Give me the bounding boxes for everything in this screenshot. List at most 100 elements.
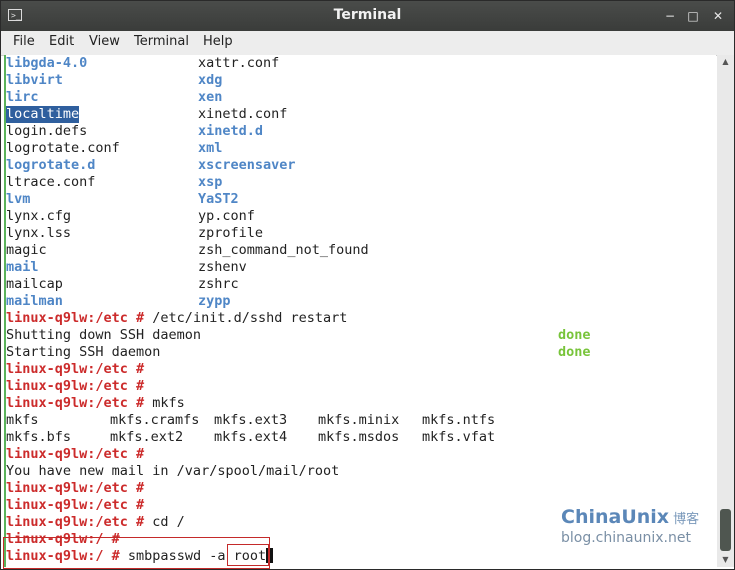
file-entry: lynx.cfg	[6, 208, 72, 224]
file-entry: xdg	[198, 72, 223, 88]
file-entry: magic	[6, 242, 47, 258]
mkfs-entry: mkfs.msdos	[318, 429, 400, 445]
file-entry: xattr.conf	[198, 55, 280, 71]
terminal-line: linux-q9lw:/etc #	[6, 378, 716, 395]
listing-row: libvirt xdg	[6, 72, 716, 89]
listing-row: logrotate.d xscreensaver	[6, 157, 716, 174]
mkfs-entry: mkfs	[6, 412, 39, 428]
listing-row: login.defs xinetd.d	[6, 123, 716, 140]
shell-prompt: linux-q9lw:/etc #	[6, 497, 145, 513]
mkfs-entry: mkfs.ext2	[110, 429, 184, 445]
terminal-line: You have new mail in /var/spool/mail/roo…	[6, 463, 716, 480]
terminal-window: >_ Terminal − □ ✕ File Edit View Termina…	[0, 0, 735, 570]
file-entry: zprofile	[198, 225, 264, 241]
mkfs-entry: mkfs.minix	[318, 412, 400, 428]
file-entry: xinetd.conf	[198, 106, 288, 122]
file-entry: zsh_command_not_found	[198, 242, 369, 258]
listing-row: lynx.lss zprofile	[6, 225, 716, 242]
file-entry: xsp	[198, 174, 223, 190]
file-entry: ltrace.conf	[6, 174, 96, 190]
mail-notice: You have new mail in /var/spool/mail/roo…	[6, 463, 340, 479]
file-entry: zshrc	[198, 276, 239, 292]
listing-row: logrotate.conf xml	[6, 140, 716, 157]
file-entry: libvirt	[6, 72, 63, 88]
file-entry: zshenv	[198, 259, 247, 275]
shell-prompt: linux-q9lw:/etc #	[6, 395, 145, 411]
etc-listing: libgda-4.0 xattr.conf libvirt xdg lirc xen loc…	[6, 55, 716, 310]
minimize-button[interactable]: −	[661, 7, 679, 25]
status-text: Shutting down SSH daemon	[6, 327, 202, 343]
file-entry: lynx.lss	[6, 225, 72, 241]
terminal-line: Starting SSH daemon done	[6, 344, 716, 361]
argument-highlight-box	[227, 544, 269, 566]
window-title: Terminal	[333, 7, 402, 23]
file-entry: logrotate.d	[6, 157, 96, 173]
listing-row: lynx.cfg yp.conf	[6, 208, 716, 225]
menu-edit[interactable]: Edit	[47, 34, 76, 49]
mkfs-entry: mkfs.vfat	[422, 429, 496, 445]
file-entry: mailman	[6, 293, 63, 309]
file-entry: localtime	[6, 106, 80, 123]
terminal-line: Shutting down SSH daemon done	[6, 327, 716, 344]
scroll-down-icon[interactable]: ▼	[717, 553, 734, 567]
terminal-output[interactable]: libgda-4.0 xattr.conf libvirt xdg lirc xen loc…	[4, 55, 716, 567]
file-entry: login.defs	[6, 123, 88, 139]
watermark-cn: 博客	[673, 512, 700, 527]
mkfs-row: mkfs.bfs mkfs.ext2 mkfs.ext4 mkfs.msdos …	[6, 429, 716, 446]
listing-row: ltrace.conf xsp	[6, 174, 716, 191]
file-entry: yp.conf	[198, 208, 255, 224]
status-text: Starting SSH daemon	[6, 344, 161, 360]
file-entry: xml	[198, 140, 223, 156]
shell-prompt: linux-q9lw:/etc #	[6, 378, 145, 394]
title-bar[interactable]: >_ Terminal − □ ✕	[1, 1, 734, 31]
terminal-line: linux-q9lw:/etc #	[6, 361, 716, 378]
mkfs-entry: mkfs.ntfs	[422, 412, 496, 428]
listing-row: lirc xen	[6, 89, 716, 106]
terminal-line: linux-q9lw:/etc #	[6, 446, 716, 463]
menu-view[interactable]: View	[87, 34, 122, 49]
mkfs-entry: mkfs.ext3	[214, 412, 288, 428]
listing-row: localtime xinetd.conf	[6, 106, 716, 123]
shell-prompt: linux-q9lw:/etc #	[6, 361, 145, 377]
status-done: done	[558, 327, 591, 343]
scroll-thumb[interactable]	[720, 509, 731, 551]
file-entry: lvm	[6, 191, 31, 207]
command-text: /etc/init.d/sshd restart	[144, 310, 348, 326]
file-entry: xscreensaver	[198, 157, 296, 173]
shell-prompt: linux-q9lw:/etc #	[6, 310, 145, 326]
shell-prompt: linux-q9lw:/etc #	[6, 514, 145, 530]
menu-bar: File Edit View Terminal Help	[1, 31, 734, 56]
status-done: done	[558, 344, 591, 360]
watermark-logo: ChinaUnix	[561, 506, 670, 528]
file-entry: YaST2	[198, 191, 239, 207]
file-entry: xen	[198, 89, 223, 105]
listing-row: magic zsh_command_not_found	[6, 242, 716, 259]
file-entry: mail	[6, 259, 39, 275]
file-entry: zypp	[198, 293, 231, 309]
terminal-line: linux-q9lw:/etc # mkfs	[6, 395, 716, 412]
watermark: ChinaUnix 博客 blog.chinaunix.net	[561, 506, 701, 548]
mkfs-row: mkfs mkfs.cramfs mkfs.ext3 mkfs.minix mk…	[6, 412, 716, 429]
listing-row: lvm YaST2	[6, 191, 716, 208]
file-entry: libgda-4.0	[6, 55, 88, 71]
listing-row: mail zshenv	[6, 259, 716, 276]
watermark-url: blog.chinaunix.net	[561, 530, 691, 546]
file-entry: lirc	[6, 89, 39, 105]
mkfs-entry: mkfs.bfs	[6, 429, 72, 445]
terminal-line: linux-q9lw:/etc #	[6, 480, 716, 497]
terminal-line: linux-q9lw:/etc # /etc/init.d/sshd resta…	[6, 310, 716, 327]
command-text: cd /	[144, 514, 185, 530]
file-entry: mailcap	[6, 276, 63, 292]
vertical-scrollbar[interactable]: ▲ ▼	[717, 55, 734, 567]
shell-prompt: linux-q9lw:/etc #	[6, 480, 145, 496]
mkfs-entry: mkfs.cramfs	[110, 412, 200, 428]
command-text: mkfs	[144, 395, 185, 411]
close-button[interactable]: ✕	[709, 7, 727, 25]
maximize-button[interactable]: □	[684, 7, 702, 25]
listing-row: mailcap zshrc	[6, 276, 716, 293]
menu-terminal[interactable]: Terminal	[132, 34, 191, 49]
scroll-up-icon[interactable]: ▲	[717, 55, 734, 69]
menu-help[interactable]: Help	[201, 34, 235, 49]
listing-row: mailman zypp	[6, 293, 716, 310]
menu-file[interactable]: File	[11, 34, 37, 49]
